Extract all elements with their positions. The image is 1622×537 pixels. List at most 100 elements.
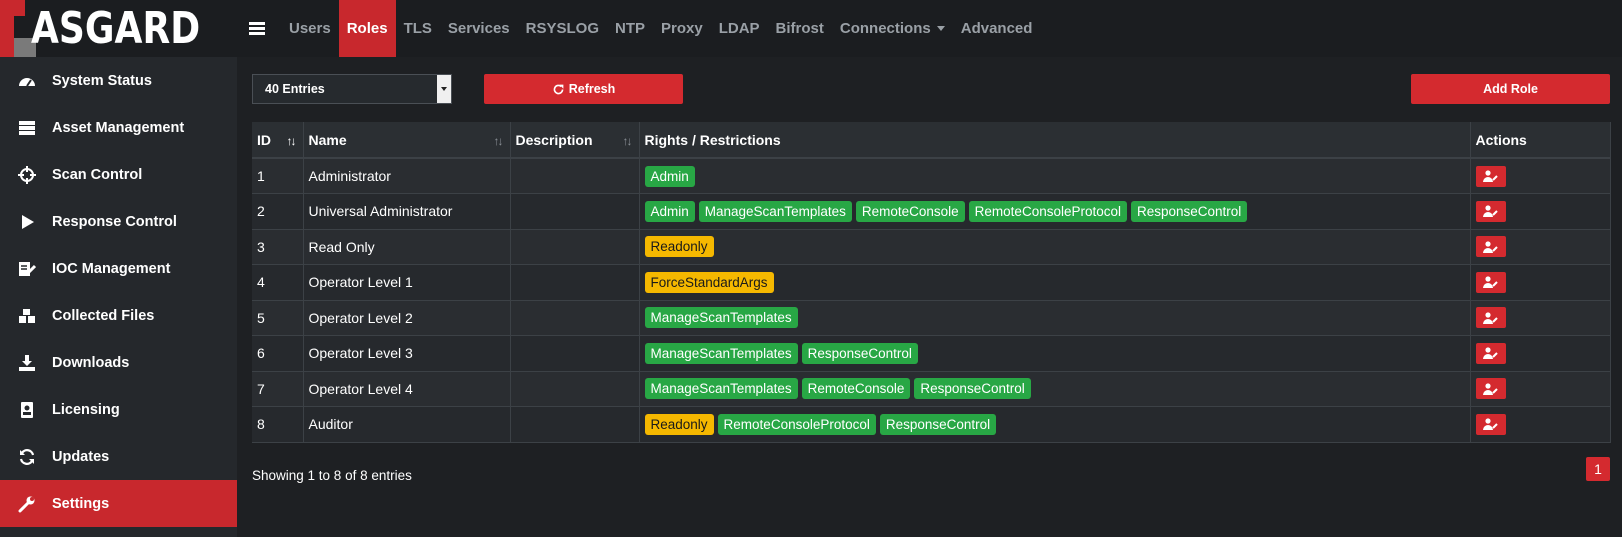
sidebar-item-licensing[interactable]: Licensing [0,386,237,433]
wrench-icon [18,495,36,513]
tab-ldap[interactable]: LDAP [711,0,768,57]
table-row: 5 Operator Level 2 ManageScanTemplates [252,300,1611,336]
rights-badge: Admin [644,165,695,187]
cell-name: Read Only [303,229,511,265]
edit-document-icon [18,260,36,278]
rights-badge: ManageScanTemplates [698,200,852,222]
sidebar-item-scan-control[interactable]: Scan Control [0,151,237,198]
edit-role-button[interactable] [1475,200,1506,222]
rights-badge: RemoteConsoleProtocol [717,413,876,435]
dashboard-icon [18,72,36,90]
column-header-id[interactable]: ID ↑↓ [252,122,304,159]
edit-role-button[interactable] [1475,165,1506,187]
cell-rights: Admin ManageScanTemplates RemoteConsole Rem… [639,193,1471,230]
sidebar-item-system-status[interactable]: System Status [0,57,237,104]
cell-description [510,335,640,372]
tab-services[interactable]: Services [440,0,518,57]
column-header-name[interactable]: Name ↑↓ [303,122,511,159]
sync-icon [18,448,36,466]
cell-actions [1470,406,1611,443]
sidebar-item-label: Settings [52,495,110,512]
rights-badge: Admin [644,200,695,222]
cell-id: 5 [252,300,304,336]
rights-badge: ManageScanTemplates [644,342,798,364]
server-icon [18,119,36,137]
sidebar-item-ioc-management[interactable]: IOC Management [0,245,237,292]
sidebar-item-label: Updates [52,448,110,465]
sidebar-item-label: System Status [52,72,152,89]
sidebar-item-downloads[interactable]: Downloads [0,339,237,386]
table-row: 7 Operator Level 4 ManageScanTemplates Remo… [252,371,1611,407]
sidebar-item-response-control[interactable]: Response Control [0,198,237,245]
cell-description [510,371,640,407]
edit-role-button[interactable] [1475,342,1506,364]
edit-role-button[interactable] [1475,413,1506,435]
table-row: 1 Administrator Admin [252,158,1611,194]
cell-id: 6 [252,335,304,372]
cell-actions [1470,193,1611,230]
tab-bifrost[interactable]: Bifrost [768,0,832,57]
edit-role-button[interactable] [1475,271,1506,293]
user-edit-icon [1482,347,1498,360]
tab-ntp[interactable]: NTP [607,0,653,57]
sidebar-item-collected-files[interactable]: Collected Files [0,292,237,339]
user-edit-icon [1482,205,1498,218]
rights-badge: ManageScanTemplates [644,307,798,329]
cell-actions [1470,264,1611,301]
top-navbar: Users Roles TLS Services RSYSLOG NTP Proxy LDAP… [237,0,1622,57]
tab-roles[interactable]: Roles [338,0,396,57]
tab-tls[interactable]: TLS [396,0,440,57]
column-header-rights: Rights / Restrictions [639,122,1471,159]
refresh-icon [553,84,564,94]
edit-role-button[interactable] [1475,378,1506,400]
edit-role-button[interactable] [1475,236,1506,258]
caret-down-icon [936,26,945,31]
column-header-description[interactable]: Description ↑↓ [510,122,640,159]
pagination-page-1[interactable]: 1 [1586,457,1610,481]
add-role-button[interactable]: Add Role [1411,74,1610,104]
cell-description [510,193,640,230]
cell-rights: Readonly [639,229,1471,265]
tab-users[interactable]: Users [281,0,339,57]
tab-rsyslog[interactable]: RSYSLOG [518,0,607,57]
sidebar-item-label: Licensing [52,401,120,418]
cell-rights: ManageScanTemplates [639,300,1471,336]
table-row: 2 Universal Administrator Admin ManageScanT… [252,193,1611,230]
logo[interactable]: ASGARD [0,0,237,57]
sidebar-item-settings[interactable]: Settings [0,480,237,527]
tab-connections[interactable]: Connections [832,0,953,57]
cell-description [510,264,640,301]
cell-rights: Readonly RemoteConsoleProtocol ResponseCon… [639,406,1471,443]
chevron-down-icon[interactable] [437,75,451,103]
settings-tabs: Users Roles TLS Services RSYSLOG NTP Proxy LDAP… [281,0,1040,57]
rights-badge: ResponseControl [914,378,1031,400]
cell-description [510,300,640,336]
table-info: Showing 1 to 8 of 8 entries [252,468,412,483]
roles-table: ID ↑↓ Name ↑↓ Description ↑↓ Rights / Restr… [252,122,1611,443]
sidebar-item-updates[interactable]: Updates [0,433,237,480]
tab-proxy[interactable]: Proxy [653,0,711,57]
boxes-icon [18,307,36,325]
sidebar-item-label: Scan Control [52,166,143,183]
app-name: ASGARD [30,3,200,54]
table-row: 6 Operator Level 3 ManageScanTemplates Resp… [252,335,1611,372]
user-edit-icon [1482,170,1498,182]
cell-actions [1470,229,1611,265]
cell-name: Administrator [303,158,511,194]
rights-badge: ManageScanTemplates [644,378,798,400]
sort-icon: ↑↓ [493,134,504,148]
entries-per-page-select[interactable]: 40 Entries [252,74,452,104]
sort-icon: ↑↓ [622,134,633,148]
user-edit-icon [1482,383,1498,395]
refresh-button[interactable]: Refresh [484,74,683,104]
user-edit-icon [1482,418,1498,431]
rights-badge: Readonly [644,236,714,258]
edit-role-button[interactable] [1475,307,1506,329]
cell-id: 3 [252,229,304,265]
hamburger-menu-icon[interactable] [249,20,265,37]
tab-advanced[interactable]: Advanced [953,0,1041,57]
sidebar-item-asset-management[interactable]: Asset Management [0,104,237,151]
table-header-row: ID ↑↓ Name ↑↓ Description ↑↓ Rights / Restr… [252,122,1611,159]
roles-table-wrapper: ID ↑↓ Name ↑↓ Description ↑↓ Rights / Restr… [252,122,1611,443]
column-header-actions: Actions [1470,122,1611,159]
